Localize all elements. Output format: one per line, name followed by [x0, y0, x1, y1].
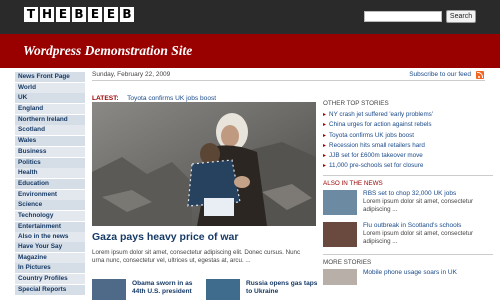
feature-summary: Lorem ipsum dolor sit amet, consectetur … [92, 249, 301, 264]
sidebar-item-magazine[interactable]: Magazine [15, 252, 85, 263]
news-thumbnail [323, 221, 357, 247]
news-title[interactable]: RBS set to chop 32,000 UK jobs [363, 190, 493, 198]
top-bar: T H E B E E B Search [0, 0, 500, 34]
top-story-link[interactable]: 11,000 pre-schools set for closure [323, 161, 493, 171]
feature-image[interactable] [92, 102, 316, 226]
logo-letter: B [120, 7, 134, 22]
rss-icon[interactable] [476, 71, 484, 79]
logo-letter: T [24, 7, 38, 22]
story-thumbnail [92, 279, 126, 300]
news-title[interactable]: Flu outbreak in Scotland's schools [363, 222, 493, 230]
thumb-story-title[interactable]: Obama sworn in as 44th U.S. president [132, 280, 204, 296]
sidebar-item-entertainment[interactable]: Entertainment [15, 221, 85, 232]
sidebar-item-england[interactable]: England [15, 104, 85, 115]
sidebar-item-education[interactable]: Education [15, 178, 85, 189]
thumb-story[interactable]: Obama sworn in as 44th U.S. president [92, 279, 204, 300]
also-in-news-heading: ALSO IN THE NEWS [323, 179, 383, 187]
feature-headline[interactable]: Gaza pays heavy price of war [92, 231, 239, 243]
sidebar-item-environment[interactable]: Environment [15, 189, 85, 200]
sidebar-main-nav: News Front Page World UK England Norther… [15, 72, 85, 243]
sidebar-item-also-in-the-news[interactable]: Also in the news [15, 232, 85, 243]
sidebar-item-in-pictures[interactable]: In Pictures [15, 263, 85, 274]
sidebar-item-world[interactable]: World [15, 82, 85, 93]
site-logo[interactable]: T H E B E E B [24, 7, 134, 22]
search-button[interactable]: Search [446, 10, 476, 23]
top-story-link[interactable]: Recession hits small retailers hard [323, 141, 493, 151]
current-date: Sunday, February 22, 2009 [92, 71, 171, 78]
other-top-stories-list: NY crash jet suffered 'early problems' C… [323, 110, 493, 172]
site-title[interactable]: Wordpress Demonstration Site [23, 43, 192, 59]
sidebar-item-wales[interactable]: Wales [15, 136, 85, 147]
sidebar-item-country-profiles[interactable]: Country Profiles [15, 274, 85, 285]
more-story-item[interactable]: Mobile phone usage soars in UK [323, 268, 493, 285]
site-banner: Wordpress Demonstration Site [0, 34, 500, 68]
news-description: Lorem ipsum dolor sit amet, consectetur … [363, 229, 474, 245]
logo-letter: E [56, 7, 70, 22]
logo-letter: E [88, 7, 102, 22]
logo-letter: E [104, 7, 118, 22]
top-story-link[interactable]: China urges for action against rebels [323, 120, 493, 130]
search-input[interactable] [364, 11, 442, 22]
news-thumbnail [323, 268, 357, 285]
news-title[interactable]: Mobile phone usage soars in UK [363, 269, 493, 276]
sidebar-item-scotland[interactable]: Scotland [15, 125, 85, 136]
news-item[interactable]: RBS set to chop 32,000 UK jobs Lorem ips… [323, 189, 493, 217]
news-thumbnail [323, 189, 357, 215]
logo-letter: H [40, 7, 54, 22]
sidebar-item-special-reports[interactable]: Special Reports [15, 284, 85, 295]
sidebar-item-health[interactable]: Health [15, 168, 85, 179]
more-stories-heading: MORE STORIES [323, 258, 372, 266]
story-thumbnail [206, 279, 240, 300]
sidebar-item-news-front-page[interactable]: News Front Page [15, 72, 85, 82]
thumb-story-title[interactable]: Russia opens gas taps to Ukraine [246, 280, 318, 296]
latest-headline-link[interactable]: Toyota confirms UK jobs boost [127, 95, 216, 102]
top-story-link[interactable]: Toyota confirms UK jobs boost [323, 131, 493, 141]
news-description: Lorem ipsum dolor sit amet, consectetur … [363, 197, 474, 213]
sidebar-item-northern-ireland[interactable]: Northern Ireland [15, 114, 85, 125]
other-top-stories-heading: OTHER TOP STORIES [323, 100, 389, 107]
right-column: OTHER TOP STORIES NY crash jet suffered … [323, 100, 493, 285]
latest-label: LATEST: [92, 95, 119, 102]
latest-ticker: LATEST: Toyota confirms UK jobs boost [92, 87, 312, 102]
sidebar-item-have-your-say[interactable]: Have Your Say [15, 242, 85, 252]
news-item[interactable]: Flu outbreak in Scotland's schools Lorem… [323, 221, 493, 249]
divider [323, 253, 493, 255]
sidebar-item-uk[interactable]: UK [15, 93, 85, 104]
sidebar-secondary-nav: Have Your Say Magazine In Pictures Count… [15, 242, 85, 295]
date-row: Sunday, February 22, 2009 Subscribe to o… [92, 70, 485, 81]
subscribe-link[interactable]: Subscribe to our feed [409, 71, 471, 78]
thumb-story[interactable]: Russia opens gas taps to Ukraine [206, 279, 318, 300]
top-story-link[interactable]: JJB set for £600m takeover move [323, 151, 493, 161]
sidebar-item-science[interactable]: Science [15, 200, 85, 211]
sidebar-item-business[interactable]: Business [15, 146, 85, 157]
feature-photo-illustration [92, 102, 316, 226]
divider [323, 174, 493, 176]
sidebar-item-technology[interactable]: Technology [15, 210, 85, 221]
sidebar-item-politics[interactable]: Politics [15, 157, 85, 168]
logo-letter: B [72, 7, 86, 22]
top-story-link[interactable]: NY crash jet suffered 'early problems' [323, 110, 493, 120]
